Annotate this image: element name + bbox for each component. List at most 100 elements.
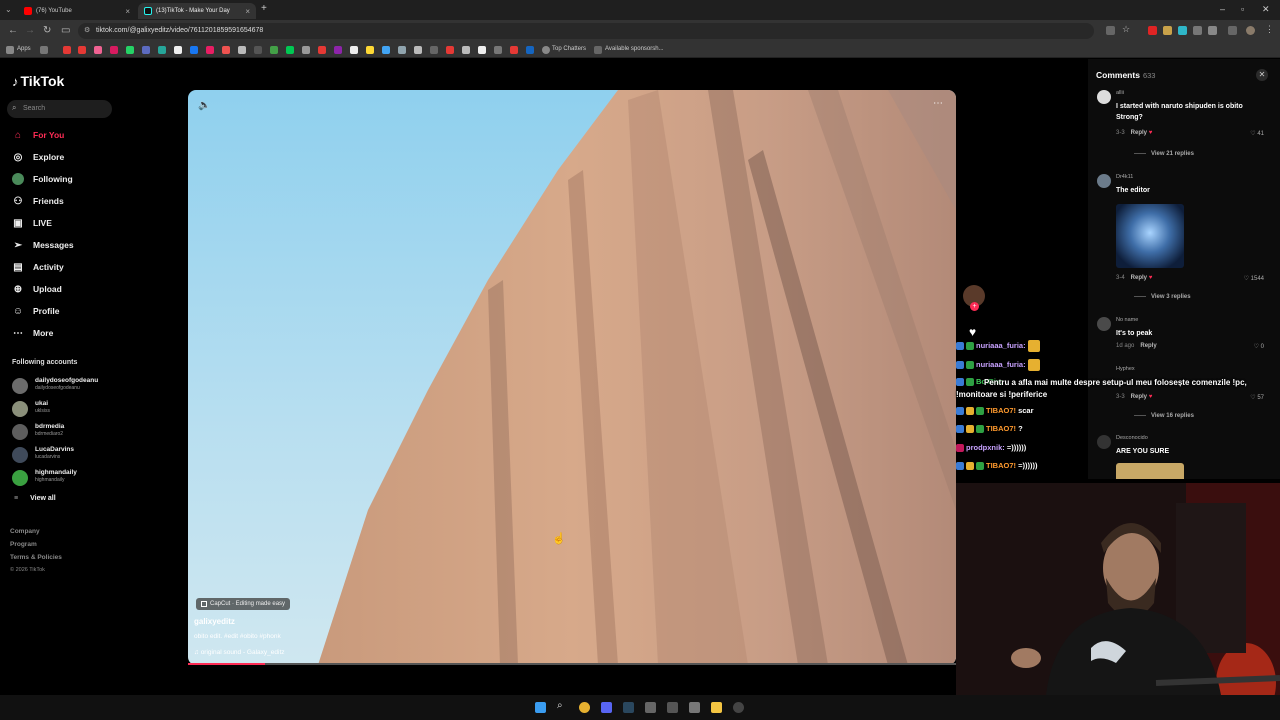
avatar[interactable] bbox=[1097, 90, 1111, 104]
puzzle-icon[interactable] bbox=[1208, 26, 1217, 35]
bookmark-icon[interactable] bbox=[526, 46, 534, 54]
profile-avatar-icon[interactable] bbox=[1246, 26, 1255, 35]
footer-company[interactable]: Company bbox=[10, 528, 40, 535]
address-bar[interactable]: ⚙ tiktok.com/@galixyeditz/video/76112018… bbox=[78, 23, 1094, 39]
comment-user[interactable]: No name bbox=[1116, 317, 1138, 323]
bookmark-icon[interactable] bbox=[142, 46, 150, 54]
comment-user[interactable]: Desconocido bbox=[1116, 435, 1148, 441]
app-icon[interactable] bbox=[667, 702, 678, 713]
nav-profile[interactable]: ☺ Profile bbox=[12, 303, 60, 319]
bookmark-icon[interactable] bbox=[542, 46, 550, 54]
comment-image[interactable] bbox=[1116, 463, 1184, 479]
bookmark-icon[interactable] bbox=[78, 46, 86, 54]
nav-friends[interactable]: ⚇ Friends bbox=[12, 193, 64, 209]
bookmark-icon[interactable] bbox=[110, 46, 118, 54]
bookmark-icon[interactable] bbox=[494, 46, 502, 54]
extension-icon[interactable] bbox=[1178, 26, 1187, 35]
bookmark-icon[interactable] bbox=[414, 46, 422, 54]
bookmark-icon[interactable] bbox=[286, 46, 294, 54]
reply-button[interactable]: Reply bbox=[1131, 275, 1147, 281]
following-account[interactable]: LucaDarvins lucadarvins bbox=[12, 446, 122, 464]
following-account[interactable]: highmandaily highmandaily bbox=[12, 469, 122, 487]
tab-youtube[interactable]: (76) YouTube × bbox=[18, 3, 136, 19]
comment-user[interactable]: Hyphex bbox=[1116, 366, 1135, 372]
nav-activity[interactable]: ▤ Activity bbox=[12, 259, 63, 275]
close-window-icon[interactable]: ✕ bbox=[1262, 4, 1270, 15]
maximize-icon[interactable]: ▫ bbox=[1241, 4, 1244, 14]
bookmark-top-chatters[interactable]: Top Chatters bbox=[552, 46, 586, 52]
minimize-icon[interactable]: – bbox=[1220, 4, 1225, 14]
video-progress-bar[interactable] bbox=[188, 663, 956, 665]
search-icon[interactable]: ⌕ bbox=[557, 700, 568, 711]
nav-for-you[interactable]: ⌂ For You bbox=[12, 127, 64, 143]
bookmark-icon[interactable] bbox=[270, 46, 278, 54]
comment-likes[interactable]: ♡ 1544 bbox=[1244, 275, 1264, 282]
bookmark-icon[interactable] bbox=[222, 46, 230, 54]
steam-icon[interactable] bbox=[623, 702, 634, 713]
comment-likes[interactable]: ♡ 41 bbox=[1250, 130, 1264, 137]
nav-following[interactable]: Following bbox=[12, 171, 73, 187]
bookmark-icon[interactable] bbox=[382, 46, 390, 54]
obs-icon[interactable] bbox=[733, 702, 744, 713]
extension-icon[interactable] bbox=[1148, 26, 1157, 35]
bookmark-icon[interactable] bbox=[206, 46, 214, 54]
avatar[interactable] bbox=[1097, 435, 1111, 449]
bookmark-icon[interactable] bbox=[190, 46, 198, 54]
install-icon[interactable] bbox=[1106, 26, 1115, 35]
nav-messages[interactable]: ➢ Messages bbox=[12, 237, 74, 253]
view-all-button[interactable]: ≡ View all bbox=[14, 495, 56, 502]
bookmark-apps[interactable]: Apps bbox=[17, 46, 31, 52]
comment-image[interactable] bbox=[1116, 204, 1184, 268]
app-icon[interactable] bbox=[689, 702, 700, 713]
star-icon[interactable]: ☆ bbox=[1122, 24, 1131, 34]
bookmark-icon[interactable] bbox=[126, 46, 134, 54]
close-icon[interactable]: × bbox=[125, 7, 130, 16]
bookmark-icon[interactable] bbox=[398, 46, 406, 54]
new-tab-button[interactable]: + bbox=[261, 3, 267, 14]
following-account[interactable]: ukai uklsiss bbox=[12, 400, 122, 418]
bookmark-icon[interactable] bbox=[238, 46, 246, 54]
search-input[interactable]: ⌕ Search bbox=[7, 100, 112, 118]
nav-more[interactable]: ⋯ More bbox=[12, 325, 53, 341]
following-account[interactable]: bdrmedia bdrmediaro2 bbox=[12, 423, 122, 441]
bookmark-icon[interactable] bbox=[63, 46, 71, 54]
bookmark-icon[interactable] bbox=[366, 46, 374, 54]
video-sound[interactable]: ♫ original sound - Galaxy_editz bbox=[194, 649, 285, 656]
bookmark-icon[interactable] bbox=[94, 46, 102, 54]
sidepanel-icon[interactable]: ▭ bbox=[61, 25, 70, 36]
nav-upload[interactable]: ⊕ Upload bbox=[12, 281, 62, 297]
bookmark-icon[interactable] bbox=[254, 46, 262, 54]
more-options-icon[interactable]: ⋯ bbox=[933, 98, 944, 109]
bookmark-icon[interactable] bbox=[174, 46, 182, 54]
comment-user[interactable]: Dr4k11 bbox=[1116, 174, 1133, 180]
reload-icon[interactable]: ↻ bbox=[43, 25, 51, 36]
following-account[interactable]: dailydoseofgodeanu dailydoseofgodeanu bbox=[12, 377, 122, 395]
site-info-icon[interactable]: ⚙ bbox=[84, 26, 90, 34]
comment-likes[interactable]: ♡ 0 bbox=[1254, 343, 1264, 350]
tab-search-icon[interactable]: ⌄ bbox=[5, 5, 12, 14]
comment-user[interactable]: allii bbox=[1116, 90, 1124, 96]
view-replies-button[interactable]: View 3 replies bbox=[1134, 294, 1191, 300]
reply-button[interactable]: Reply bbox=[1140, 343, 1156, 349]
bookmark-icon[interactable] bbox=[350, 46, 358, 54]
discord-icon[interactable] bbox=[601, 702, 612, 713]
avatar[interactable] bbox=[1097, 174, 1111, 188]
nav-live[interactable]: ▣ LIVE bbox=[12, 215, 52, 231]
capcut-badge[interactable]: CapCut · Editing made easy bbox=[196, 598, 291, 610]
tab-tiktok[interactable]: (13)TikTok - Make Your Day × bbox=[138, 3, 256, 19]
sidebar-icon[interactable] bbox=[1228, 26, 1237, 35]
extension-icon[interactable] bbox=[1163, 26, 1172, 35]
bookmark-icon[interactable] bbox=[594, 46, 602, 54]
tiktok-logo[interactable]: ♪ TikTok bbox=[12, 73, 64, 89]
bookmark-icon[interactable] bbox=[302, 46, 310, 54]
forward-icon[interactable]: → bbox=[25, 25, 35, 36]
volume-icon[interactable]: 🔈 bbox=[198, 100, 210, 111]
footer-terms[interactable]: Terms & Policies bbox=[10, 554, 62, 561]
view-replies-button[interactable]: View 21 replies bbox=[1134, 151, 1194, 157]
bookmark-icon[interactable] bbox=[478, 46, 486, 54]
reply-button[interactable]: Reply bbox=[1131, 130, 1147, 136]
extension-icon[interactable] bbox=[1193, 26, 1202, 35]
bookmark-icon[interactable] bbox=[510, 46, 518, 54]
chrome-icon[interactable] bbox=[579, 702, 590, 713]
back-icon[interactable]: ← bbox=[8, 25, 18, 36]
